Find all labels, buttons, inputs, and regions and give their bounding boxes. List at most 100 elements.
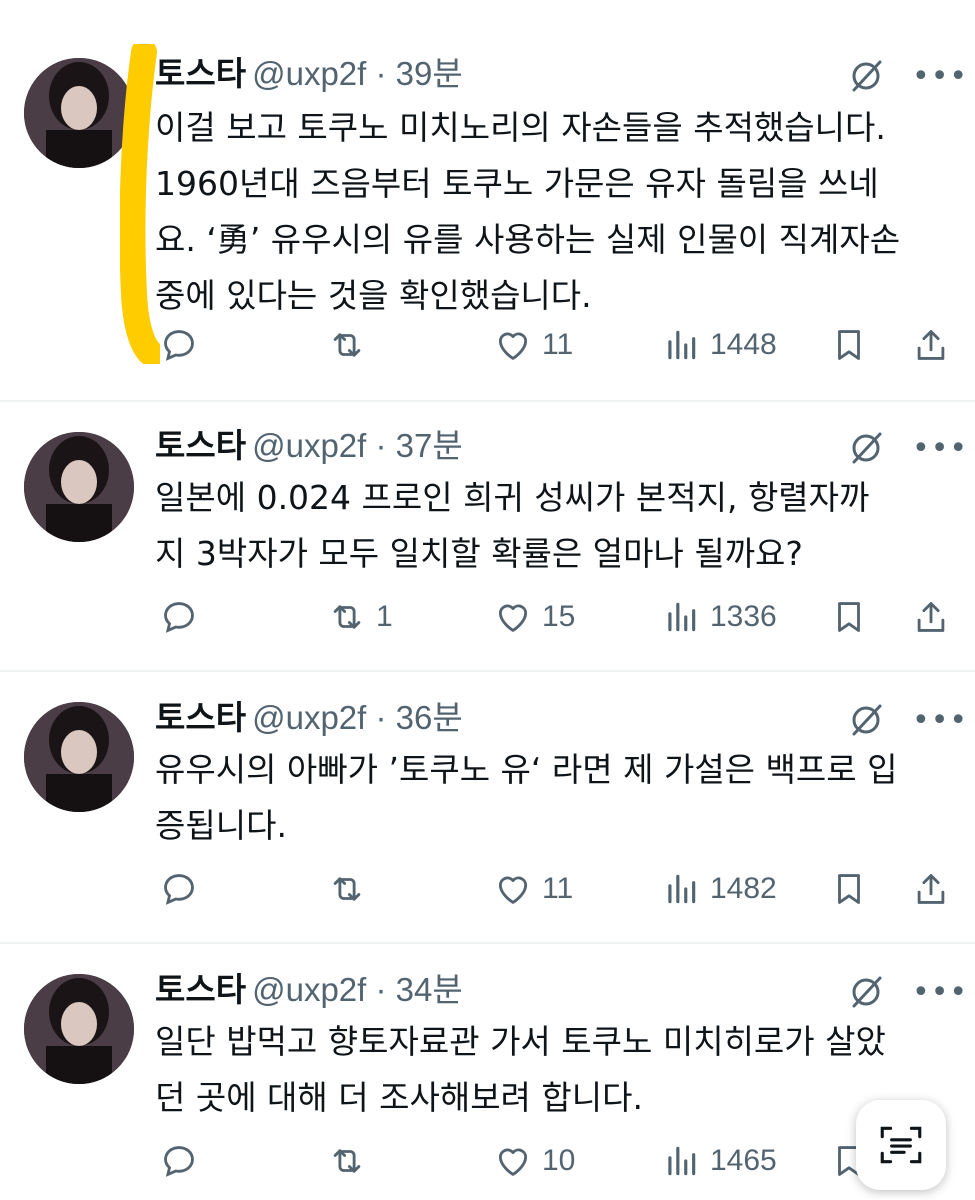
share-button[interactable] (912, 864, 950, 914)
display-name[interactable]: 토스타 (155, 970, 246, 1009)
tweet-actions: 11 1482 (0, 864, 975, 914)
views-button[interactable]: 1465 (662, 1136, 777, 1186)
highlight-marker (120, 44, 160, 364)
more-icon[interactable]: ••• (912, 434, 968, 464)
bookmark-icon (838, 602, 860, 632)
views-icon (668, 874, 696, 904)
tweet[interactable]: 토스타 @uxp2f · 36분 ••• 유우시의 아빠가 ’토쿠노 유‘ 라면 … (0, 672, 975, 944)
reply-icon (164, 602, 194, 633)
views-button[interactable]: 1336 (662, 592, 777, 642)
grok-icon[interactable] (848, 58, 884, 94)
tweet-text: 유우시의 아빠가 ’토쿠노 유‘ 라면 제 가설은 백프로 입 증됩니다. (155, 742, 955, 854)
tweet-text: 일단 밥먹고 향토자료관 가서 토쿠노 미치히로가 살았 던 곳에 대해 더 조… (155, 1014, 955, 1126)
tweet-text-line: 1960년대 즈음부터 토쿠노 가문은 유자 돌림을 쓰네 (155, 164, 879, 203)
like-button[interactable]: 15 (494, 592, 575, 642)
share-icon (917, 602, 945, 632)
tweet-text-line: 증됩니다. (155, 806, 287, 845)
tweet-text-line: 던 곳에 대해 더 조사해보려 합니다. (155, 1078, 643, 1117)
tweet[interactable]: 토스타 @uxp2f · 37분 ••• 일본에 0.024 프로인 희귀 성씨가… (0, 402, 975, 672)
view-count: 1465 (710, 1144, 777, 1177)
share-button[interactable] (912, 320, 950, 370)
retweet-button[interactable] (328, 1136, 376, 1186)
tweet-header: 토스타 @uxp2f · 37분 (155, 426, 463, 466)
views-icon (668, 602, 696, 632)
tweet-actions: 1 15 1336 (0, 592, 975, 642)
avatar[interactable] (24, 974, 134, 1084)
view-count: 1482 (710, 872, 777, 905)
heart-icon (498, 1148, 528, 1176)
display-name[interactable]: 토스타 (155, 54, 246, 93)
more-icon[interactable]: ••• (912, 978, 968, 1008)
retweet-icon (333, 877, 361, 901)
retweet-button[interactable] (328, 320, 376, 370)
retweet-button[interactable]: 1 (328, 592, 393, 642)
bookmark-button[interactable] (830, 592, 868, 642)
reply-button[interactable] (160, 320, 208, 370)
tweet-header: 토스타 @uxp2f · 39분 (155, 54, 463, 94)
more-icon[interactable]: ••• (912, 706, 968, 736)
retweet-icon (333, 1149, 361, 1173)
share-icon (917, 330, 945, 360)
share-icon (917, 874, 945, 904)
handle-time[interactable]: @uxp2f · 37분 (252, 427, 463, 464)
handle-time[interactable]: @uxp2f · 39분 (252, 55, 463, 92)
heart-icon (498, 332, 528, 360)
retweet-icon (333, 333, 361, 357)
like-count: 11 (542, 328, 574, 361)
retweet-count: 1 (376, 600, 393, 633)
tweet-text-line: 지 3박자가 모두 일치할 확률은 얼마나 될까요? (155, 534, 803, 573)
reply-button[interactable] (160, 1136, 208, 1186)
grok-icon[interactable] (848, 974, 884, 1010)
bookmark-icon (838, 330, 860, 360)
reply-icon (164, 1146, 194, 1177)
like-count: 10 (542, 1144, 576, 1177)
like-button[interactable]: 11 (494, 864, 573, 914)
handle-time[interactable]: @uxp2f · 36분 (252, 699, 463, 736)
tweet-text-line: 유우시의 아빠가 ’토쿠노 유‘ 라면 제 가설은 백프로 입 (155, 750, 898, 789)
views-icon (668, 1146, 696, 1176)
avatar[interactable] (24, 58, 134, 168)
grok-icon[interactable] (848, 430, 884, 466)
handle-time[interactable]: @uxp2f · 34분 (252, 971, 463, 1008)
heart-icon (498, 876, 528, 904)
tweet-text: 이걸 보고 토쿠노 미치노리의 자손들을 추적했습니다. 1960년대 즈음부터… (155, 100, 955, 324)
tweet-text: 일본에 0.024 프로인 희귀 성씨가 본적지, 항렬자까 지 3박자가 모두… (155, 470, 955, 582)
display-name[interactable]: 토스타 (155, 426, 246, 465)
view-count: 1336 (710, 600, 777, 633)
tweet-actions: 10 1465 (0, 1136, 975, 1186)
bookmark-icon (838, 874, 860, 904)
tweet-text-line: 일단 밥먹고 향토자료관 가서 토쿠노 미치히로가 살았 (155, 1022, 886, 1061)
grok-icon[interactable] (848, 702, 884, 738)
bookmark-button[interactable] (830, 320, 868, 370)
reply-button[interactable] (160, 864, 208, 914)
retweet-button[interactable] (328, 864, 376, 914)
like-count: 11 (542, 872, 574, 905)
tweet-text-line: 일본에 0.024 프로인 희귀 성씨가 본적지, 항렬자까 (155, 478, 870, 517)
more-icon[interactable]: ••• (912, 62, 968, 92)
like-button[interactable]: 10 (494, 1136, 575, 1186)
views-button[interactable]: 1482 (662, 864, 777, 914)
views-icon (668, 330, 696, 360)
share-button[interactable] (912, 592, 950, 642)
text-scan-button[interactable] (856, 1100, 946, 1190)
tweet-header: 토스타 @uxp2f · 36분 (155, 698, 463, 738)
tweet-text-line: 요. ‘勇’ 유우시의 유를 사용하는 실제 인물이 직계자손 (155, 220, 901, 259)
tweet-header: 토스타 @uxp2f · 34분 (155, 970, 463, 1010)
reply-icon (164, 874, 194, 905)
reply-button[interactable] (160, 592, 208, 642)
view-count: 1448 (710, 328, 777, 361)
like-button[interactable]: 11 (494, 320, 573, 370)
bookmark-button[interactable] (830, 864, 868, 914)
reply-icon (164, 330, 194, 361)
tweet[interactable]: 토스타 @uxp2f · 34분 ••• 일단 밥먹고 향토자료관 가서 토쿠노 … (0, 944, 975, 1200)
text-scan-icon (880, 1126, 922, 1164)
tweet-text-line: 중에 있다는 것을 확인했습니다. (155, 276, 592, 315)
retweet-icon (333, 605, 361, 629)
avatar[interactable] (24, 702, 134, 812)
tweet-text-line: 이걸 보고 토쿠노 미치노리의 자손들을 추적했습니다. (155, 108, 886, 147)
like-count: 15 (542, 600, 576, 633)
avatar[interactable] (24, 432, 134, 542)
views-button[interactable]: 1448 (662, 320, 777, 370)
display-name[interactable]: 토스타 (155, 698, 246, 737)
heart-icon (498, 604, 528, 632)
